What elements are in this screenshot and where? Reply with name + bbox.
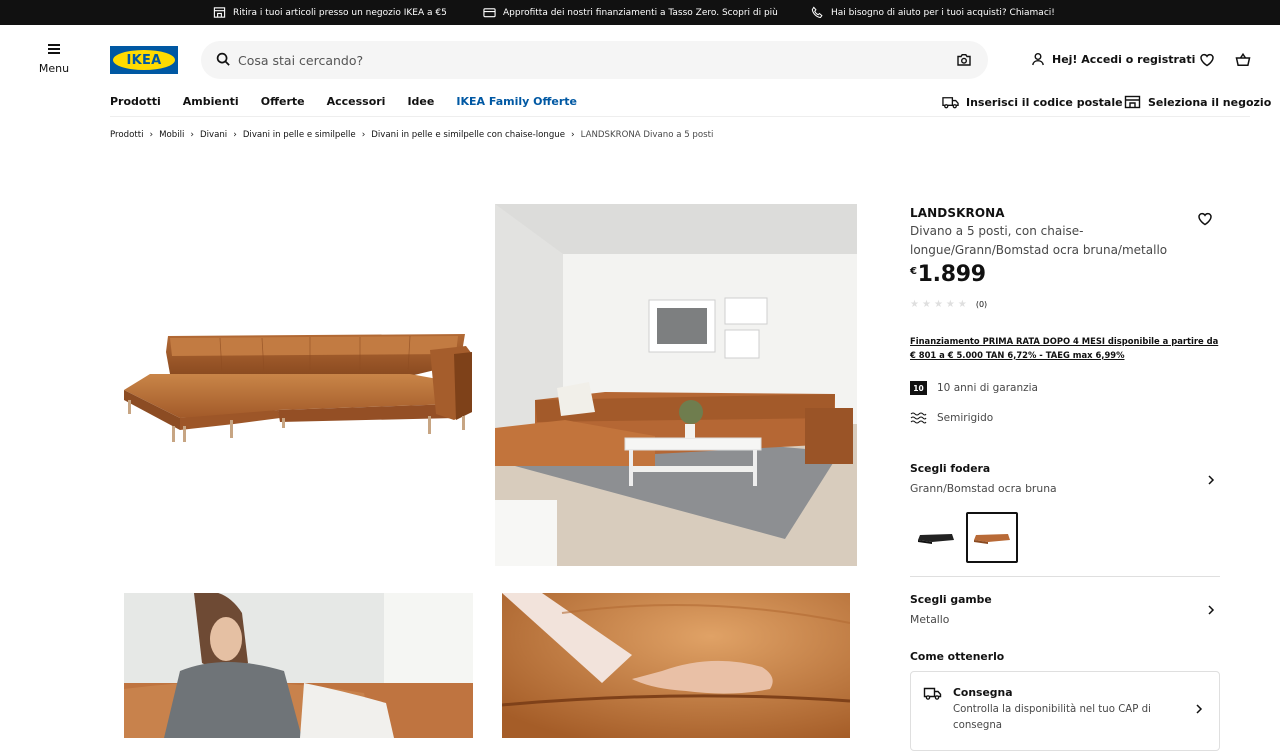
- delivery-card[interactable]: Consegna Controlla la disponibilità nel …: [910, 671, 1220, 751]
- promo-bar: Ritira i tuoi articoli presso un negozio…: [0, 0, 1280, 25]
- star-icon: ★: [910, 299, 919, 310]
- product-image-detail[interactable]: [502, 593, 850, 738]
- chevron-right-icon: ›: [190, 130, 194, 140]
- warranty-label: 10 anni di garanzia: [937, 382, 1038, 394]
- credit-card-icon: [483, 8, 496, 18]
- living-room-image: [495, 204, 857, 566]
- chevron-right-icon: ›: [233, 130, 237, 140]
- chevron-right-icon: [1196, 704, 1203, 714]
- promo-item[interactable]: Ritira i tuoi articoli presso un negozio…: [213, 0, 447, 25]
- promo-text: Approfitta dei nostri finanziamenti a Ta…: [503, 7, 778, 18]
- nav-item-prodotti[interactable]: Prodotti: [110, 95, 161, 108]
- breadcrumb-item[interactable]: Divani in pelle e similpelle con chaise-…: [371, 130, 565, 140]
- firmness-label: Semirigido: [937, 412, 994, 424]
- swatch-black[interactable]: [910, 512, 962, 563]
- add-to-favorites-icon[interactable]: [1197, 211, 1213, 227]
- product-name: LANDSKRONA: [910, 206, 1005, 220]
- promo-text: Ritira i tuoi articoli presso un negozio…: [233, 7, 447, 18]
- warranty-info: 10 10 anni di garanzia: [910, 381, 1038, 395]
- nav-item-accessori[interactable]: Accessori: [327, 95, 386, 108]
- product-image-lifestyle[interactable]: [124, 593, 473, 738]
- firmness-info: Semirigido: [910, 411, 993, 425]
- promo-text: Hai bisogno di aiuto per i tuoi acquisti…: [831, 7, 1055, 18]
- product-image-main[interactable]: [110, 204, 482, 566]
- star-icon: ★: [945, 299, 955, 310]
- hamburger-icon: [48, 44, 60, 54]
- warranty-badge-icon: 10: [910, 381, 927, 395]
- promo-item[interactable]: Hai bisogno di aiuto per i tuoi acquisti…: [811, 0, 1055, 25]
- star-icon: ★: [933, 299, 943, 310]
- review-count: (0): [975, 300, 988, 309]
- breadcrumb-item[interactable]: Divani in pelle e similpelle: [243, 130, 356, 140]
- star-icon: ★: [921, 299, 931, 310]
- cover-option-value: Grann/Bomstad ocra bruna: [910, 482, 1057, 495]
- search-icon[interactable]: [216, 52, 231, 67]
- store-icon: [1124, 95, 1141, 109]
- sofa-image: [124, 334, 472, 442]
- user-icon: [1032, 53, 1044, 66]
- truck-icon: [942, 97, 959, 109]
- firmness-icon: [910, 412, 927, 424]
- truck-icon: [923, 687, 942, 700]
- divider: [910, 576, 1220, 577]
- store-icon: [213, 7, 226, 18]
- search-input[interactable]: [238, 41, 918, 79]
- heart-icon[interactable]: [1199, 52, 1215, 68]
- nav-item-family-offerte[interactable]: IKEA Family Offerte: [456, 95, 577, 108]
- legs-option-title[interactable]: Scegli gambe: [910, 593, 992, 606]
- promo-item[interactable]: Approfitta dei nostri finanziamenti a Ta…: [483, 0, 778, 25]
- nav-item-ambienti[interactable]: Ambienti: [183, 95, 239, 108]
- lifestyle-image: [124, 593, 473, 738]
- menu-button[interactable]: Menu: [36, 44, 72, 75]
- nav-item-offerte[interactable]: Offerte: [261, 95, 305, 108]
- price-value: 1.899: [917, 262, 986, 287]
- search-bar: [201, 41, 988, 79]
- store-select-link[interactable]: Seleziona il negozio: [1124, 95, 1271, 109]
- chevron-right-icon: ›: [571, 130, 575, 140]
- login-label: Hej! Accedi o registrati: [1052, 52, 1196, 66]
- black-sofa-thumbnail: [918, 533, 954, 544]
- rating[interactable]: ★ ★ ★ ★ ★ (0): [910, 299, 987, 310]
- breadcrumb-item[interactable]: Mobili: [159, 130, 184, 140]
- cover-option-title[interactable]: Scegli fodera: [910, 462, 990, 475]
- chevron-right-icon: ›: [361, 130, 366, 140]
- financing-link[interactable]: Finanziamento PRIMA RATA DOPO 4 MESI dis…: [910, 335, 1220, 362]
- ikea-logo[interactable]: IKEA: [110, 46, 178, 74]
- chevron-right-icon: ›: [149, 130, 154, 140]
- product-image-room[interactable]: [495, 204, 857, 566]
- price-currency: €: [910, 266, 917, 277]
- star-icon: ★: [957, 299, 967, 310]
- swatch-ocra-bruna[interactable]: [966, 512, 1018, 563]
- breadcrumb-current: LANDSKRONA Divano a 5 posti: [580, 130, 714, 140]
- menu-label: Menu: [38, 62, 70, 75]
- cart-icon[interactable]: [1235, 52, 1251, 68]
- product-description: Divano a 5 posti, con chaise-longue/Gran…: [910, 224, 1168, 257]
- chevron-right-icon[interactable]: [1206, 475, 1216, 485]
- leather-detail-image: [502, 593, 850, 738]
- camera-search-icon[interactable]: [956, 52, 972, 68]
- breadcrumb: Prodotti › Mobili › Divani › Divani in pell…: [110, 130, 713, 140]
- delivery-title: Consegna: [953, 686, 1013, 699]
- postcode-link[interactable]: Inserisci il codice postale: [942, 95, 1123, 109]
- breadcrumb-item[interactable]: Prodotti: [110, 130, 143, 140]
- brown-sofa-thumbnail: [974, 533, 1010, 544]
- legs-option-value: Metallo: [910, 613, 950, 626]
- store-label: Seleziona il negozio: [1148, 95, 1272, 109]
- postcode-label: Inserisci il codice postale: [966, 95, 1123, 109]
- login-link[interactable]: Hej! Accedi o registrati: [1031, 52, 1195, 66]
- divider: [110, 116, 1250, 117]
- how-to-get-title: Come ottenerlo: [910, 650, 1005, 663]
- phone-icon: [811, 6, 823, 19]
- nav-item-idee[interactable]: Idee: [407, 95, 434, 108]
- main-nav: Prodotti Ambienti Offerte Accessori Idee…: [110, 95, 599, 108]
- logo-text: IKEA: [126, 52, 162, 68]
- breadcrumb-item[interactable]: Divani: [200, 130, 227, 140]
- delivery-text: Controlla la disponibilità nel tuo CAP d…: [953, 704, 1151, 731]
- chevron-right-icon[interactable]: [1206, 605, 1216, 615]
- product-price: €1.899: [910, 262, 986, 287]
